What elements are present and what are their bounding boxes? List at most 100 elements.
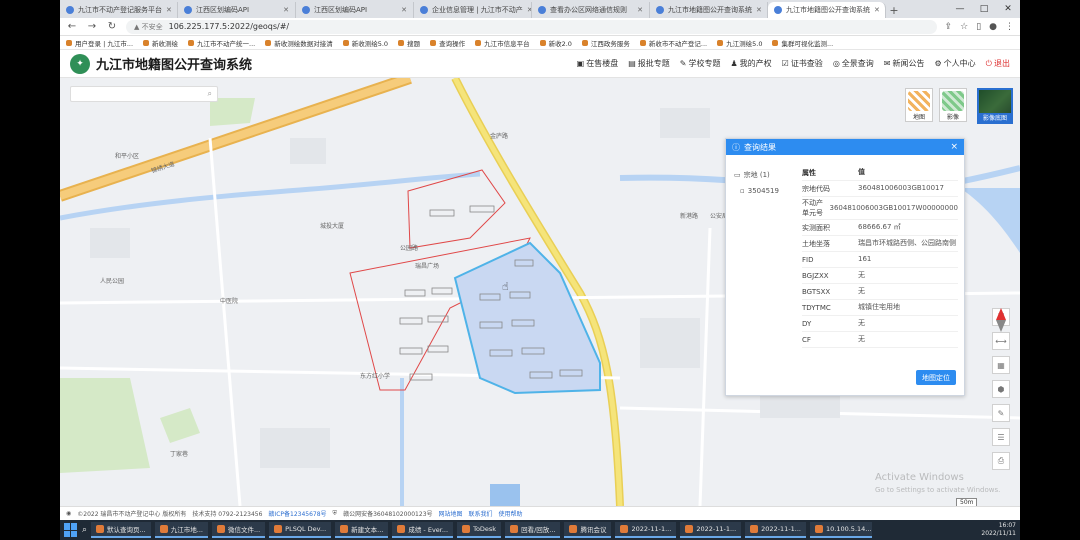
bookmark-item[interactable]: 新收测绘5.0 bbox=[342, 38, 388, 48]
maximize-button[interactable]: □ bbox=[972, 0, 996, 18]
browser-tab-0[interactable]: 九江市不动产登记服务平台 ✕ bbox=[60, 2, 178, 18]
forward-button[interactable]: → bbox=[86, 21, 98, 32]
bookmark-item[interactable]: 江西政务服务 bbox=[581, 38, 630, 48]
nav-school[interactable]: ✎ 学校专题 bbox=[680, 58, 721, 69]
back-button[interactable]: ← bbox=[66, 21, 78, 32]
taskbar-label: 成绩 - Ever... bbox=[408, 526, 449, 534]
tab-close-icon[interactable]: ✕ bbox=[637, 6, 643, 14]
nav-logout[interactable]: ⏻ 退出 bbox=[986, 58, 1010, 69]
bookmark-item[interactable]: 新收2.0 bbox=[539, 38, 572, 48]
menu-icon[interactable]: ⋮ bbox=[1005, 22, 1014, 32]
footer-link[interactable]: 联系我们 bbox=[469, 509, 493, 518]
taskbar-item[interactable]: 2022-11-1... bbox=[745, 522, 806, 538]
insecure-indicator[interactable]: ▲ 不安全 bbox=[134, 22, 163, 32]
close-icon[interactable]: × bbox=[950, 142, 958, 152]
tab-close-icon[interactable]: ✕ bbox=[874, 6, 880, 14]
browser-tab-4[interactable]: 查看办公区网络通信规则 ✕ bbox=[532, 2, 650, 18]
green-area bbox=[210, 98, 255, 126]
satellite-basemap-button[interactable]: 影像底图 bbox=[977, 88, 1013, 124]
browser-tab-6-active[interactable]: 九江市地籍图公开查询系统 ✕ bbox=[768, 2, 886, 18]
new-tab-button[interactable]: + bbox=[886, 2, 902, 18]
footer-link[interactable]: 网站地图 bbox=[439, 509, 463, 518]
browser-tab-3[interactable]: 企业信息管理 | 九江市不动产✕ bbox=[414, 2, 532, 18]
url-field[interactable]: ▲ 不安全 106.225.177.5:2022/geoqs/#/ bbox=[126, 19, 937, 34]
tree-node-parcel[interactable]: ▭ 宗地 (1) bbox=[734, 167, 779, 183]
tab-label: 九江市不动产登记服务平台 bbox=[78, 6, 162, 14]
close-window-button[interactable]: ✕ bbox=[996, 0, 1020, 18]
nav-certificate-check[interactable]: ☑ 证书查验 bbox=[782, 58, 823, 69]
bookmark-item[interactable]: 搜题 bbox=[398, 38, 420, 48]
bookmark-item[interactable]: 新收测绘 bbox=[143, 38, 178, 48]
favicon-icon bbox=[66, 6, 74, 14]
nav-for-sale[interactable]: ▣ 在售楼盘 bbox=[577, 58, 619, 69]
search-icon[interactable]: ⌕ bbox=[82, 525, 87, 535]
reload-button[interactable]: ↻ bbox=[106, 21, 118, 32]
app-icon bbox=[569, 525, 578, 533]
minimize-button[interactable]: — bbox=[948, 0, 972, 18]
footer-icp-link[interactable]: 赣ICP备12345678号 bbox=[268, 509, 326, 518]
compass-icon[interactable] bbox=[995, 308, 1007, 332]
tab-close-icon[interactable]: ✕ bbox=[166, 6, 172, 14]
nav-user-center[interactable]: ⚙ 个人中心 bbox=[935, 58, 976, 69]
measure-area-icon[interactable]: ▦ bbox=[992, 356, 1010, 374]
taskbar-item[interactable]: 10.100.5.14... bbox=[810, 522, 872, 538]
app-icon bbox=[510, 525, 519, 533]
bookmark-item[interactable]: 新收测绘数据对接清 bbox=[265, 38, 333, 48]
taskbar-item[interactable]: PLSQL Dev... bbox=[269, 522, 332, 538]
row-value: 瑞昌市环城路西侧、公园路南侧 bbox=[858, 239, 956, 247]
bookmark-item[interactable]: 新收市不动产登记... bbox=[639, 38, 707, 48]
taskbar-label: PLSQL Dev... bbox=[285, 525, 327, 533]
taskbar-item[interactable]: ToDesk bbox=[457, 522, 502, 538]
nav-news[interactable]: ✉ 新闻公告 bbox=[884, 58, 925, 69]
taskbar-item[interactable]: 微信文件... bbox=[211, 522, 266, 538]
system-clock[interactable]: 16:07 2022/11/11 bbox=[981, 522, 1016, 538]
taskbar-label: 新建文本... bbox=[351, 526, 384, 534]
tab-close-icon[interactable]: ✕ bbox=[283, 6, 289, 14]
taskbar-item[interactable]: 成绩 - Ever... bbox=[392, 522, 454, 538]
basemap-imagery[interactable]: 影像 bbox=[939, 88, 967, 122]
browser-tab-5[interactable]: 九江市地籍图公开查询系统 ✕ bbox=[650, 2, 768, 18]
nav-my-property[interactable]: ♟ 我的产权 bbox=[730, 58, 771, 69]
nav-panorama[interactable]: ◎ 全景查询 bbox=[833, 58, 874, 69]
bookmark-item[interactable]: 九江测绘5.0 bbox=[717, 38, 762, 48]
search-icon[interactable]: ⌕ bbox=[208, 89, 212, 99]
taskbar-item[interactable]: 2022-11-1... bbox=[680, 522, 742, 538]
taskbar-item[interactable]: 腾讯会议 bbox=[564, 522, 612, 538]
measure-distance-icon[interactable]: ⟷ bbox=[992, 332, 1010, 350]
profile-icon[interactable]: ● bbox=[989, 22, 997, 32]
bookmark-icon bbox=[717, 39, 724, 46]
taskbar-item[interactable]: 2022-11-1... bbox=[615, 522, 677, 538]
sidebar-icon[interactable]: ▯ bbox=[976, 22, 981, 32]
browser-tab-2[interactable]: 江西区划编码API ✕ bbox=[296, 2, 414, 18]
footer-link[interactable]: 使用帮助 bbox=[499, 509, 523, 518]
map-search-input[interactable]: ⌕ bbox=[70, 86, 218, 102]
browser-tab-1[interactable]: 江西区划编码API ✕ bbox=[178, 2, 296, 18]
bookmark-star-icon[interactable]: ☆ bbox=[960, 22, 968, 32]
table-row: 不动产单元号 360481006003GB10017W00000000 bbox=[802, 197, 958, 220]
bookmark-item[interactable]: 查询操作 bbox=[430, 38, 465, 48]
tree-label: 宗地 (1) bbox=[743, 171, 770, 179]
tree-node-item[interactable]: ▫ 3504519 bbox=[734, 183, 779, 199]
bookmark-item[interactable]: 用户登录 | 九江市... bbox=[66, 38, 133, 48]
basemap-vector[interactable]: 地图 bbox=[905, 88, 933, 122]
taskbar-item[interactable]: 默认查询页... bbox=[91, 522, 151, 538]
taskbar-item[interactable]: 九江市地... bbox=[154, 522, 208, 538]
layers-icon[interactable]: ☰ bbox=[992, 428, 1010, 446]
taskbar-item[interactable]: 新建文本... bbox=[335, 522, 389, 538]
bookmark-label: 新收测绘数据对接清 bbox=[274, 39, 333, 48]
bookmark-item[interactable]: 集群可视化监测... bbox=[772, 38, 833, 48]
location-pin-icon[interactable]: ⬢ bbox=[992, 380, 1010, 398]
nav-approval[interactable]: ▤ 报批专题 bbox=[628, 58, 670, 69]
print-icon[interactable]: ⎙ bbox=[992, 452, 1010, 470]
bookmark-item[interactable]: 九江市信息平台 bbox=[475, 38, 530, 48]
locate-on-map-button[interactable]: 地图定位 bbox=[916, 370, 956, 385]
bookmark-item[interactable]: 九江市不动产统一... bbox=[188, 38, 255, 48]
windows-start-icon[interactable] bbox=[64, 523, 78, 537]
url-text: 106.225.177.5:2022/geoqs/#/ bbox=[168, 22, 290, 31]
share-icon[interactable]: ⇪ bbox=[945, 22, 953, 32]
tab-close-icon[interactable]: ✕ bbox=[756, 6, 762, 14]
tab-close-icon[interactable]: ✕ bbox=[401, 6, 407, 14]
clear-icon[interactable]: ✎ bbox=[992, 404, 1010, 422]
bookmark-label: 新收测绘 bbox=[152, 39, 179, 48]
taskbar-item[interactable]: 回看/回放... bbox=[505, 522, 561, 538]
